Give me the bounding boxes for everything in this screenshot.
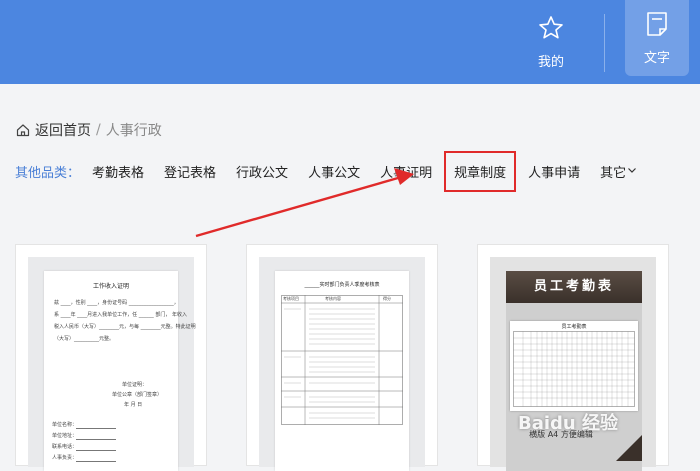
table-header: 考核项目	[283, 296, 299, 301]
home-icon	[16, 123, 30, 137]
more-label: 其它	[600, 166, 627, 181]
category-hr-application[interactable]: 人事申请	[528, 162, 580, 181]
preview-line: 系 ____年 ____月进入我单位工作，任 ______ 部门， 年收入	[54, 312, 187, 318]
attendance-grid	[513, 331, 635, 407]
template-card[interactable]: 工作收入证明 兹 ____，性别 ____，身份证号码 ____________…	[15, 244, 207, 471]
category-hr-docs[interactable]: 人事公文	[308, 162, 360, 181]
category-hr-certificate[interactable]: 人事证明	[380, 162, 432, 181]
table-header: 得分	[383, 296, 391, 301]
back-home-link[interactable]: 返回首页	[35, 120, 91, 140]
template-card[interactable]: ______实时部门负责人季度考核表 考核项目 考核内容 得分	[246, 244, 438, 471]
breadcrumb-current: 人事行政	[105, 123, 162, 139]
docs-button[interactable]: 文字	[625, 0, 689, 76]
preview-sign: 单位证明：	[122, 382, 148, 388]
template-thumbnail: ______实时部门负责人季度考核表 考核项目 考核内容 得分	[259, 257, 425, 471]
category-label: 其他品类：	[15, 166, 81, 181]
preview-field: 人事负责：	[52, 455, 78, 461]
category-rules[interactable]: 规章制度	[444, 151, 517, 192]
category-bar: 其他品类： 考勤表格 登记表格 行政公文 人事公文 人事证明 规章制度 人事申请…	[15, 151, 646, 192]
template-thumbnail: 工作收入证明 兹 ____，性别 ____，身份证号码 ____________…	[28, 257, 196, 471]
category-registration[interactable]: 登记表格	[164, 162, 216, 181]
chevron-down-icon	[626, 164, 638, 180]
corner-fold	[616, 435, 642, 461]
table-header: 考核内容	[325, 296, 341, 301]
document-preview: 员工考勤表 员工考勤表 横版 A4 方便编辑	[506, 271, 642, 471]
document-icon	[645, 11, 669, 41]
preview-field: 单位地址：	[52, 433, 78, 439]
docs-label: 文字	[643, 50, 670, 66]
nav-divider	[604, 14, 605, 72]
category-admin-docs[interactable]: 行政公文	[236, 162, 288, 181]
document-preview: 工作收入证明 兹 ____，性别 ____，身份证号码 ____________…	[44, 271, 196, 471]
template-card[interactable]: 员工考勤表 员工考勤表 横版 A4 方便编辑 Baidu 经验	[477, 244, 669, 471]
category-more[interactable]: 其它	[600, 162, 638, 181]
preview-line: （大写）__________元整。	[54, 336, 115, 342]
favorites-button[interactable]: 我的	[512, 0, 590, 84]
breadcrumb-separator: /	[96, 122, 101, 138]
breadcrumb: 返回首页 / 人事行政	[16, 120, 162, 140]
preview-table	[281, 295, 403, 425]
template-thumbnail: 员工考勤表 员工考勤表 横版 A4 方便编辑 Baidu 经验	[490, 257, 656, 471]
category-attendance[interactable]: 考勤表格	[92, 162, 144, 181]
attendance-table: 员工考勤表	[510, 321, 638, 411]
preview-field: 联系电话：	[52, 444, 78, 450]
preview-field: 单位名称：	[52, 422, 78, 428]
star-icon	[538, 15, 564, 45]
favorites-label: 我的	[537, 54, 564, 70]
document-preview: ______实时部门负责人季度考核表 考核项目 考核内容 得分	[275, 271, 409, 471]
preview-banner: 员工考勤表	[506, 271, 642, 303]
preview-line: 兹 ____，性别 ____，身份证号码 __________________，	[54, 300, 179, 306]
preview-sign: 单位公章（部门签章）	[112, 392, 163, 398]
preview-title: ______实时部门负责人季度考核表	[304, 282, 380, 288]
watermark: Baidu 经验	[517, 413, 618, 434]
preview-sign: 年 月 日	[124, 402, 143, 408]
attendance-table-title: 员工考勤表	[561, 324, 587, 330]
top-bar: 我的 文字	[0, 0, 700, 84]
preview-line: 税入人民币（大写）________元，与每 ________元整。特此证明	[54, 324, 196, 330]
preview-title: 工作收入证明	[92, 283, 129, 290]
